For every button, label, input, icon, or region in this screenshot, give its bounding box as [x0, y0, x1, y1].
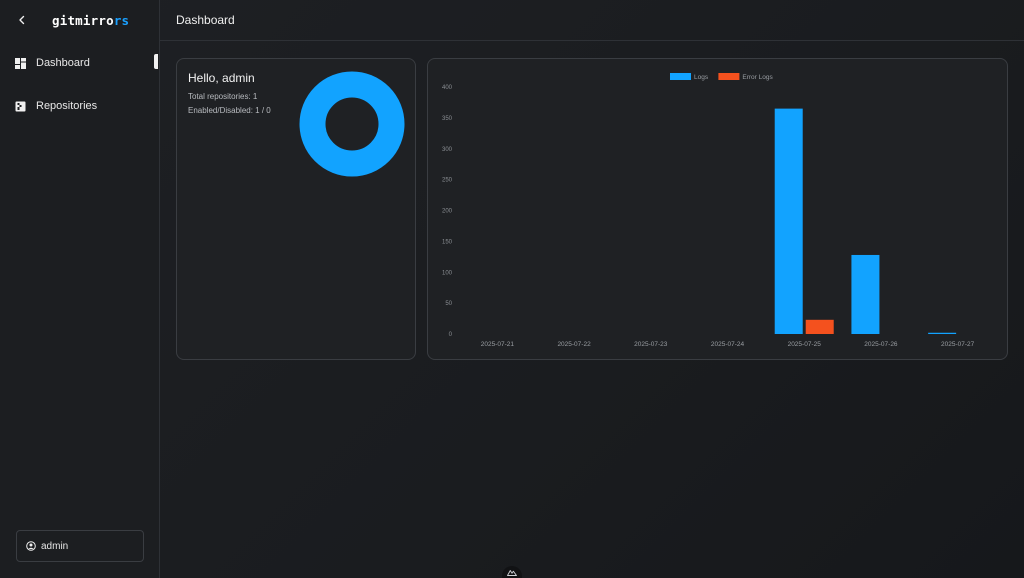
- x-tick-label: 2025-07-23: [634, 341, 668, 348]
- user-menu-button[interactable]: admin: [16, 530, 144, 562]
- dashboard-icon: [15, 57, 26, 69]
- chevron-left-icon: [19, 15, 25, 25]
- y-tick-label: 400: [442, 85, 453, 91]
- sidebar-item-label: Dashboard: [36, 57, 90, 69]
- sidebar-item-repositories[interactable]: Repositories: [0, 93, 159, 119]
- collapse-sidebar-button[interactable]: [14, 12, 30, 28]
- x-tick-label: 2025-07-24: [711, 341, 745, 348]
- sidebar: gitmirrors Dashboard Repositories admin: [0, 0, 160, 578]
- y-tick-label: 100: [442, 270, 453, 276]
- brand-header: gitmirrors: [0, 0, 159, 40]
- user-circle-icon: [26, 541, 36, 551]
- legend-label: Error Logs: [742, 74, 773, 81]
- enabled-disabled-text: Enabled/Disabled: 1 / 0: [188, 106, 271, 115]
- repository-icon: [15, 101, 26, 112]
- total-repositories-text: Total repositories: 1: [188, 92, 258, 101]
- bar-logs-2025-07-26: [851, 254, 880, 334]
- donut-slice-enabled: [299, 71, 405, 177]
- nuxt-logo-icon: [507, 570, 517, 576]
- devtools-toggle-button[interactable]: [502, 566, 522, 578]
- user-name: admin: [41, 540, 69, 552]
- page-title: Dashboard: [176, 13, 235, 27]
- x-tick-label: 2025-07-25: [788, 341, 822, 348]
- summary-card: Hello, admin Total repositories: 1 Enabl…: [176, 58, 416, 360]
- greeting-title: Hello, admin: [188, 71, 255, 85]
- y-tick-label: 200: [442, 209, 453, 215]
- logs-chart-card: 0 50 100 150 200 250 300 350 400 2025-07-21 2025-0…: [427, 58, 1008, 360]
- bar-error-logs-2025-07-25: [805, 319, 834, 334]
- y-tick-label: 250: [442, 178, 453, 184]
- x-tick-label: 2025-07-26: [864, 341, 898, 348]
- y-tick-label: 0: [449, 332, 453, 338]
- active-indicator: [154, 54, 158, 69]
- legend-label: Logs: [694, 74, 709, 81]
- logs-bar-chart: 0 50 100 150 200 250 300 350 400 2025-07-21 2025-0…: [442, 73, 975, 348]
- y-tick-label: 300: [442, 147, 453, 153]
- bar-logs-2025-07-27: [928, 332, 957, 334]
- y-tick-label: 350: [442, 116, 453, 122]
- x-tick-label: 2025-07-21: [481, 341, 515, 348]
- x-tick-label: 2025-07-22: [557, 341, 591, 348]
- bar-logs-2025-07-25: [774, 108, 803, 334]
- page-header: Dashboard: [160, 0, 1024, 41]
- y-tick-label: 150: [442, 239, 453, 245]
- sidebar-item-label: Repositories: [36, 100, 98, 112]
- repositories-donut-chart: [299, 71, 405, 177]
- app-logo[interactable]: gitmirrors: [52, 13, 129, 28]
- sidebar-item-dashboard[interactable]: Dashboard: [0, 50, 159, 76]
- x-tick-label: 2025-07-27: [941, 341, 975, 348]
- legend-swatch-error-logs: [718, 73, 740, 80]
- legend-swatch-logs: [670, 73, 691, 80]
- sidebar-nav: Dashboard Repositories: [0, 50, 159, 119]
- y-tick-label: 50: [445, 301, 452, 307]
